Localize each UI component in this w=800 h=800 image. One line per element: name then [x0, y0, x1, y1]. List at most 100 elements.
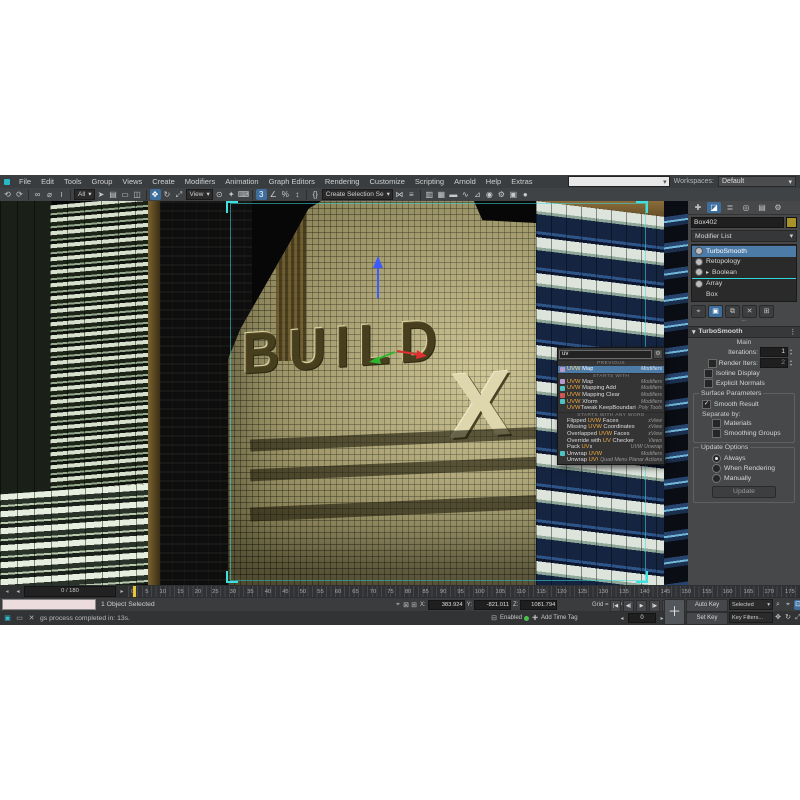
menu-scripting[interactable]: Scripting: [410, 177, 449, 186]
menu-create[interactable]: Create: [147, 177, 180, 186]
modifier-visibility-icon[interactable]: [695, 258, 703, 266]
x-field[interactable]: 383.924: [428, 600, 465, 610]
angle-snap-icon[interactable]: ∠: [268, 189, 279, 200]
iterations-spinner[interactable]: ▴▾: [790, 348, 792, 356]
stack-row-box[interactable]: Box: [692, 289, 796, 300]
schematic-view-icon[interactable]: ⊿: [472, 189, 483, 200]
trackbar-toggle-icon[interactable]: ◂: [2, 589, 12, 595]
window-icon[interactable]: ▭: [15, 614, 24, 623]
show-end-result-icon[interactable]: ▣: [708, 305, 723, 318]
object-name-field[interactable]: Box402: [691, 217, 784, 228]
menu-group[interactable]: Group: [87, 177, 118, 186]
stack-row-array[interactable]: Array: [692, 279, 796, 290]
enabled-icon[interactable]: ⊟: [490, 614, 498, 622]
expand-arrow-icon[interactable]: ▸: [706, 269, 709, 276]
isoline-display-checkbox[interactable]: [704, 369, 713, 378]
maxscript-mini-listener[interactable]: [2, 599, 96, 610]
toggle-ribbon-icon[interactable]: ▬: [448, 189, 459, 200]
app-icon[interactable]: [4, 179, 10, 185]
render-iters-checkbox[interactable]: [708, 359, 717, 368]
window-crossing-icon[interactable]: ◫: [132, 189, 143, 200]
update-radio-when-rendering[interactable]: When Rendering: [696, 464, 792, 474]
menu-rendering[interactable]: Rendering: [320, 177, 365, 186]
menu-customize[interactable]: Customize: [364, 177, 409, 186]
menu-views[interactable]: Views: [117, 177, 147, 186]
popup-item-flipped-uvw-faces[interactable]: Flipped UVW FacesxView: [558, 418, 664, 425]
previous-frame-button[interactable]: ◀|: [623, 600, 634, 612]
mirror-icon[interactable]: ⋈: [394, 189, 405, 200]
explicit-normals-checkbox[interactable]: [704, 379, 713, 388]
spinner-snap-icon[interactable]: ↕: [292, 189, 303, 200]
zoom-icon[interactable]: ⌕: [774, 600, 782, 610]
popup-item-uvw-map[interactable]: UVW MapModifiers: [558, 366, 664, 373]
time-slider[interactable]: 0 / 180: [24, 586, 116, 597]
menu-tools[interactable]: Tools: [59, 177, 87, 186]
play-button[interactable]: ▶: [636, 600, 647, 612]
rectangular-selection-region-icon[interactable]: ▭: [120, 189, 131, 200]
popup-item-override-with-uv-checker[interactable]: Override with UV CheckerViews: [558, 437, 664, 444]
popup-settings-button[interactable]: ⚙: [653, 349, 663, 359]
go-to-start-button[interactable]: |◀: [610, 600, 621, 612]
track-bar[interactable]: 0510152025303540455055606570758085909510…: [128, 586, 798, 597]
use-pivot-center-icon[interactable]: ⊙: [214, 189, 225, 200]
menu-file[interactable]: File: [14, 177, 36, 186]
update-radio-manually[interactable]: Manually: [696, 474, 792, 484]
tab-hierarchy[interactable]: ≣: [723, 202, 737, 213]
menu-arnold[interactable]: Arnold: [449, 177, 481, 186]
curve-editor-icon[interactable]: ∿: [460, 189, 471, 200]
time-slider-right-arrow[interactable]: ▸: [118, 589, 126, 595]
stack-row-turbosmooth[interactable]: TurboSmooth: [692, 246, 796, 257]
auto-key-button[interactable]: Auto Key: [686, 599, 728, 612]
stack-row-boolean[interactable]: ▸Boolean: [692, 267, 796, 279]
pin-stack-icon[interactable]: ⌖: [691, 305, 706, 318]
toggle-layer-explorer-icon[interactable]: ▦: [436, 189, 447, 200]
select-and-link-icon[interactable]: ∞: [32, 189, 43, 200]
next-frame-button[interactable]: |▶: [649, 600, 660, 612]
key-filters-button[interactable]: Key Filters...: [729, 612, 773, 623]
undo-icon[interactable]: ⟲: [2, 189, 13, 200]
selection-filter-dropdown[interactable]: All▾: [74, 189, 95, 200]
popup-item-overlapped-uvw-faces[interactable]: Overlapped UVW FacesxView: [558, 431, 664, 438]
add-time-tag-button[interactable]: Add Time Tag: [541, 615, 578, 621]
align-icon[interactable]: ≡: [406, 189, 417, 200]
reference-coordinate-dropdown[interactable]: View▾: [186, 189, 213, 200]
rollout-menu-icon[interactable]: ⋮: [789, 328, 796, 336]
tab-display[interactable]: ▤: [755, 202, 769, 213]
stack-row-retopology[interactable]: Retopology: [692, 257, 796, 268]
make-unique-icon[interactable]: ⧉: [725, 305, 740, 318]
tab-modify[interactable]: ◪: [707, 202, 721, 213]
pan-icon[interactable]: ✥: [774, 613, 782, 623]
close-icon[interactable]: ✕: [27, 614, 36, 623]
popup-item-unwrap-uvw-quad[interactable]: Unwrap UVW QuadQuad Menu Planar Actions: [558, 457, 664, 464]
object-color-swatch[interactable]: [786, 217, 797, 228]
transform-gizmo[interactable]: [345, 256, 435, 366]
tab-create[interactable]: ✚: [691, 202, 705, 213]
y-field[interactable]: -821.011: [474, 600, 511, 610]
material-editor-icon[interactable]: ◉: [484, 189, 495, 200]
percent-snap-icon[interactable]: %: [280, 189, 291, 200]
frame-down-arrow[interactable]: ◂: [618, 615, 626, 622]
modifier-visibility-icon[interactable]: [695, 268, 703, 276]
render-iters-field[interactable]: 2: [760, 358, 788, 368]
keyboard-shortcut-override-icon[interactable]: ⌨: [238, 189, 249, 200]
global-search-input[interactable]: ▾: [568, 176, 670, 187]
select-and-scale-icon[interactable]: ⤢: [174, 189, 185, 200]
turbosmooth-rollout-header[interactable]: ▾ TurboSmooth ⋮: [688, 326, 800, 338]
select-by-name-icon[interactable]: ▤: [108, 189, 119, 200]
update-radio-always[interactable]: Always: [696, 454, 792, 464]
render-setup-icon[interactable]: ⚙: [496, 189, 507, 200]
render-iters-spinner[interactable]: ▴▾: [790, 359, 792, 367]
iterations-field[interactable]: 1: [760, 347, 788, 357]
maximize-viewport-icon[interactable]: ⤢: [794, 613, 800, 623]
orbit-icon[interactable]: ↻: [784, 613, 792, 623]
menu-extras[interactable]: Extras: [506, 177, 537, 186]
selection-lock-icon[interactable]: ⊠: [402, 601, 410, 609]
menu-help[interactable]: Help: [481, 177, 506, 186]
popup-item-uvw-xform[interactable]: UVW XformModifiers: [558, 398, 664, 405]
remove-modifier-icon[interactable]: ✕: [742, 305, 757, 318]
render-production-icon[interactable]: ●: [520, 189, 531, 200]
current-frame-marker[interactable]: [133, 586, 136, 597]
modifier-visibility-icon[interactable]: [695, 247, 703, 255]
select-object-icon[interactable]: ➤: [96, 189, 107, 200]
selected-keys-dropdown[interactable]: Selected ▾: [729, 599, 773, 610]
